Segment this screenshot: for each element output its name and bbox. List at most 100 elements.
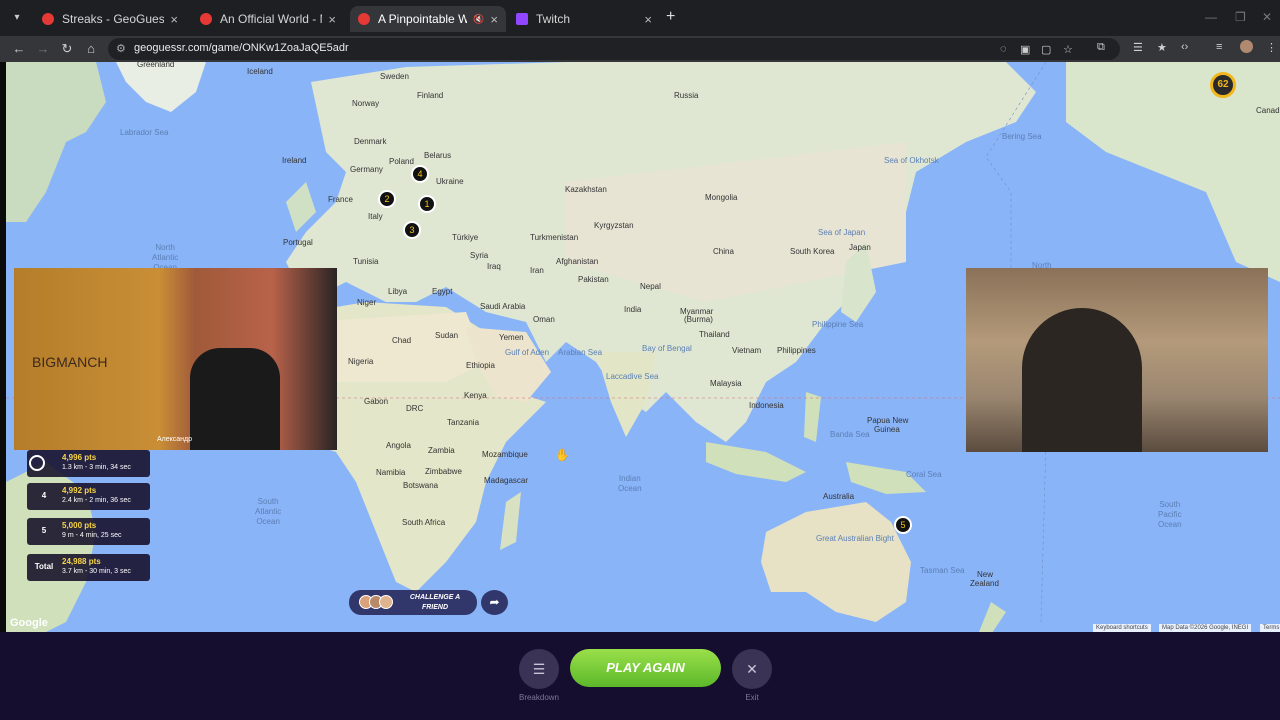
bookmark-star-icon[interactable]: ☆ xyxy=(1063,43,1073,56)
guess-pin-icon[interactable]: 4 xyxy=(411,165,429,183)
map-label: Zimbabwe xyxy=(425,467,462,476)
map-label: Russia xyxy=(674,91,699,100)
extensions-icon[interactable]: ⧉ xyxy=(1097,41,1105,54)
ocean-label: Tasman Sea xyxy=(920,566,965,575)
round-number: 5 xyxy=(41,526,47,535)
tab-official-world-map[interactable]: An Official World - Map - GeoG × xyxy=(192,6,344,32)
score-row[interactable]: 4 4,992 pts 2.4 km - 2 min, 36 sec xyxy=(27,483,150,510)
map-label: Mongolia xyxy=(705,193,738,202)
challenge-friend-button[interactable]: CHALLENGE A FRIEND xyxy=(349,590,477,615)
tab-streaks[interactable]: Streaks - GeoGuessr × xyxy=(34,6,186,32)
map-label: DRC xyxy=(406,404,424,413)
site-info-icon[interactable]: ⚙ xyxy=(116,42,126,55)
guess-pin-icon[interactable]: 5 xyxy=(894,516,912,534)
streamer-person xyxy=(1022,308,1142,452)
map-label: Chad xyxy=(392,336,412,345)
tab-close-icon[interactable]: × xyxy=(328,12,336,27)
translate-icon[interactable]: ▣ xyxy=(1020,43,1030,56)
map-label: Iceland xyxy=(247,67,273,76)
round-detail: 2.4 km - 2 min, 36 sec xyxy=(62,497,131,504)
terms-link[interactable]: Terms xyxy=(1260,624,1280,632)
guess-pin-icon[interactable]: 3 xyxy=(403,221,421,239)
wall-text: BIGMANCH xyxy=(32,354,108,370)
map-label: Iraq xyxy=(487,262,501,271)
score-row[interactable]: 4,996 pts 1.3 km - 3 min, 34 sec xyxy=(27,450,150,477)
ocean-label: Philippine Sea xyxy=(812,320,864,329)
tab-title: A Pinpointable World - Gam xyxy=(378,12,468,26)
home-icon[interactable]: ⌂ xyxy=(82,40,100,58)
score-row[interactable]: 5 5,000 pts 9 m - 4 min, 25 sec xyxy=(27,518,150,545)
map-label: Mozambique xyxy=(482,450,528,459)
tab-mute-icon[interactable]: 🔇 xyxy=(473,14,484,25)
map-label: Australia xyxy=(823,492,855,501)
tab-pinpointable-world[interactable]: A Pinpointable World - Gam 🔇 × xyxy=(350,6,506,32)
guess-pin-icon[interactable]: 2 xyxy=(378,190,396,208)
map-label: Saudi Arabia xyxy=(480,302,526,311)
tab-list-icon[interactable]: ▾ xyxy=(8,9,26,27)
profile-avatar[interactable] xyxy=(1240,40,1253,53)
map-label: Afghanistan xyxy=(556,257,599,266)
webcam-right xyxy=(966,268,1268,452)
geoguessr-pin-icon xyxy=(358,13,370,25)
play-again-button[interactable]: PLAY AGAIN xyxy=(570,649,721,687)
webcam-left: BIGMANCH Александр xyxy=(14,268,337,450)
exit-button[interactable]: ✕ xyxy=(732,649,772,689)
tab-close-icon[interactable]: × xyxy=(644,12,652,27)
breakdown-button[interactable]: ☰ xyxy=(519,649,559,689)
round-detail: 1.3 km - 3 min, 34 sec xyxy=(62,464,131,471)
reload-icon[interactable]: ↻ xyxy=(58,40,76,58)
exit-label: Exit xyxy=(745,693,759,702)
round-detail: 9 m - 4 min, 25 sec xyxy=(62,532,122,539)
favorites-icon[interactable]: ★ xyxy=(1157,41,1167,54)
map-label: Pakistan xyxy=(578,275,609,284)
eye-off-icon[interactable]: ◌ xyxy=(1000,43,1007,55)
guess-pin-icon[interactable]: 1 xyxy=(418,195,436,213)
map-label: New xyxy=(977,570,994,579)
keyboard-shortcuts-link[interactable]: Keyboard shortcuts xyxy=(1093,624,1151,632)
ocean-label: Great Australian Bight xyxy=(816,534,894,543)
forward-icon[interactable]: → xyxy=(34,40,52,58)
devtools-icon[interactable]: ‹› xyxy=(1181,41,1188,53)
map-label: Thailand xyxy=(699,330,730,339)
tab-title: An Official World - Map - GeoG xyxy=(220,12,322,26)
ocean-label: Banda Sea xyxy=(830,430,870,439)
gaming-chair xyxy=(190,348,280,450)
tab-twitch[interactable]: Twitch × xyxy=(508,6,660,32)
google-logo: Google xyxy=(10,617,48,629)
map-label: France xyxy=(328,195,353,204)
level-badge[interactable]: 62 xyxy=(1210,72,1236,98)
tab-close-icon[interactable]: × xyxy=(490,12,498,27)
tab-close-icon[interactable]: × xyxy=(170,12,178,27)
target-icon xyxy=(29,455,45,471)
result-bottom-bar: ☰ Breakdown PLAY AGAIN ✕ Exit xyxy=(0,632,1280,720)
avatar xyxy=(379,595,393,609)
map-label: Indonesia xyxy=(749,401,784,410)
geoguessr-pin-icon xyxy=(200,13,212,25)
map-label: Tanzania xyxy=(447,418,480,427)
ocean-label: Sea of Okhotsk xyxy=(884,156,939,165)
map-label: Nepal xyxy=(640,282,661,291)
menu-icon[interactable]: ⋮ xyxy=(1266,41,1277,54)
close-window-icon[interactable]: ✕ xyxy=(1262,10,1272,24)
install-app-icon[interactable]: ▢ xyxy=(1041,43,1051,56)
maximize-icon[interactable]: ❐ xyxy=(1235,10,1246,24)
map-label: Poland xyxy=(389,157,414,166)
round-points: 5,000 pts xyxy=(62,521,97,530)
share-icon[interactable]: ➦ xyxy=(481,590,508,615)
map-label: Guinea xyxy=(874,425,900,434)
map-label: Oman xyxy=(533,315,555,324)
media-icon[interactable]: ≡ xyxy=(1216,41,1222,53)
address-bar[interactable]: ⚙ geoguessr.com/game/ONKw1ZoaJaQE5adr ◌ … xyxy=(108,38,1120,60)
map-label: Niger xyxy=(357,298,377,307)
map-label: Sudan xyxy=(435,331,459,340)
ocean-label: Arabian Sea xyxy=(558,348,603,357)
new-tab-icon[interactable]: + xyxy=(666,8,675,26)
ocean-label: South Atlantic Ocean xyxy=(255,497,282,526)
minimize-icon[interactable]: — xyxy=(1205,10,1217,24)
map-label: Ireland xyxy=(282,156,307,165)
back-icon[interactable]: ← xyxy=(10,40,28,58)
map-label: Libya xyxy=(388,287,408,296)
total-score-row[interactable]: Total 24,988 pts 3.7 km - 30 min, 3 sec xyxy=(27,554,150,581)
extension-icon[interactable]: ☰ xyxy=(1133,41,1143,54)
map-label: Italy xyxy=(368,212,383,221)
